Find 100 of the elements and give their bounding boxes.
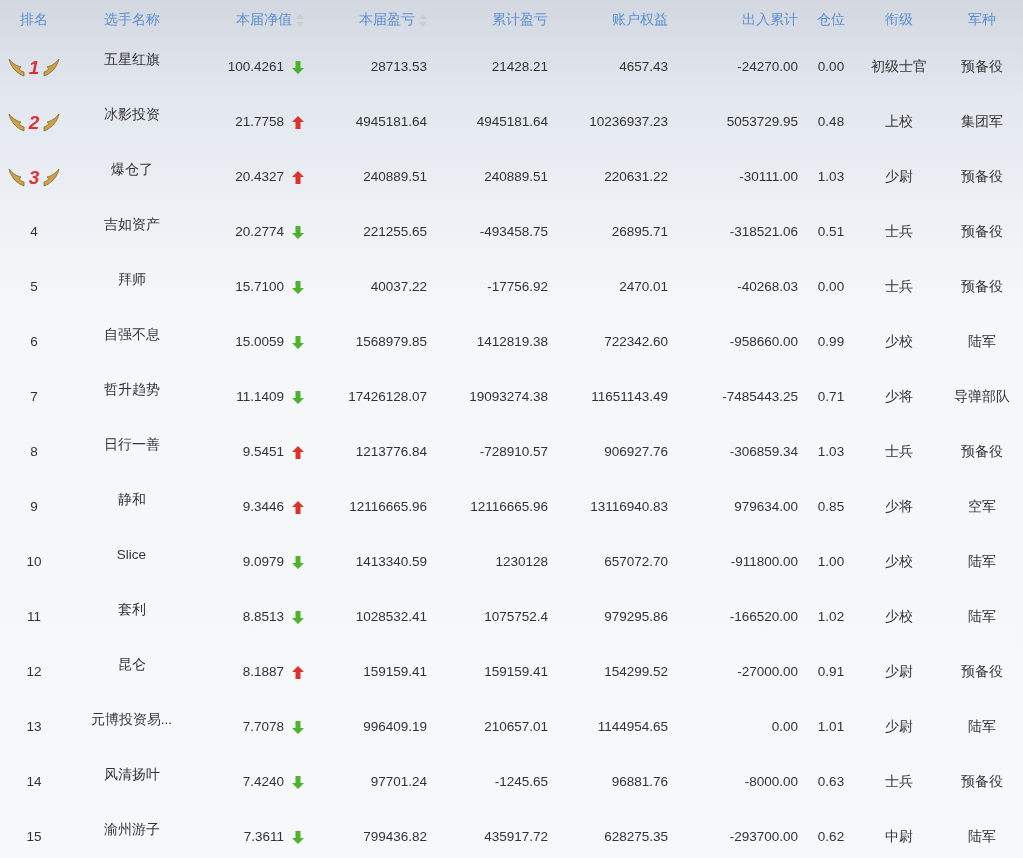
table-cell-text: 11.1409 [236,388,284,407]
player-name: 昆仑 [117,656,146,675]
table-cell-text: 21428.21 [491,58,549,77]
table-cell-text: 657072.70 [604,553,669,572]
table-cell-text: 陆军 [968,828,996,847]
column-header[interactable]: 本届盈亏 [359,9,415,31]
table-cell-text: 154299.52 [604,663,669,682]
player-name: 哲升趋势 [103,381,160,400]
table-cell-text: -40268.03 [737,278,799,297]
table-cell-text: 240889.51 [484,168,549,187]
table-cell-text: 97701.24 [370,773,428,792]
table-cell-text: -493458.75 [479,223,549,242]
table-cell-text: 13116940.83 [590,498,669,517]
table-cell-text: 陆军 [968,608,996,627]
rank-number: 9 [30,498,38,517]
rank-number: 7 [30,388,38,407]
table-cell-text: 0.00 [817,58,845,77]
table-cell-text: 28713.53 [370,58,428,77]
column-header: 军种 [968,10,996,29]
table-cell-text: 中尉 [884,828,913,847]
player-name: Slice [116,546,147,565]
table-cell-text: 1213776.84 [355,443,428,462]
table-cell-text: 17426128.07 [348,388,428,407]
table-cell-text: -17756.92 [487,278,549,297]
table-cell-text: 陆军 [968,553,996,572]
table-cell-text: 1028532.41 [355,608,428,627]
column-header: 出入累计 [742,10,798,29]
table-cell-text: 导弹部队 [954,388,1010,407]
table-cell-text: 628275.35 [604,828,669,847]
table-cell-text: 空军 [968,498,996,517]
rank-number: 13 [26,718,42,737]
rank-number: 15 [26,828,42,847]
wing-icon [43,113,61,132]
table-cell-text: 少校 [884,553,913,572]
table-cell-text: 240889.51 [363,168,428,187]
rank-number: 14 [26,773,42,792]
table-cell-text: 12116665.96 [470,498,549,517]
table-cell-text: 1.00 [817,553,845,572]
table-cell-text: -318521.06 [729,223,799,242]
table-cell-text: 1412819.38 [476,333,549,352]
player-name: 静和 [117,491,146,510]
table-cell-text: 15.7100 [235,278,284,297]
table-cell-text: 1.01 [817,718,845,737]
rank-number: 12 [26,663,42,682]
table-cell-text: 1.03 [817,443,845,462]
table-cell-text: 996409.19 [363,718,428,737]
table-cell-text: 19093274.38 [469,388,549,407]
table-cell-text: 11651143.49 [591,388,669,407]
table-cell-text: 906927.76 [604,443,669,462]
table-cell-text: -166520.00 [729,608,799,627]
table-cell-text: 220631.22 [604,168,669,187]
table-cell-text: 士兵 [884,443,913,462]
column-header: 仓位 [817,10,845,29]
table-cell-text: 0.91 [817,663,845,682]
table-cell-text: -728910.57 [479,443,549,462]
table-cell-text: -7485443.25 [722,388,799,407]
table-cell-text: 预备役 [961,663,1003,682]
rank-number: 6 [30,333,38,352]
table-cell-text: -8000.00 [744,773,799,792]
rank-number: 11 [27,608,41,627]
table-cell-text: 96881.76 [611,773,669,792]
wing-icon [43,168,61,187]
table-cell-text: 15.0059 [235,333,284,352]
column-header: 衔级 [884,10,913,29]
table-cell-text: -911800.00 [730,553,799,572]
table-cell-text: -24270.00 [737,58,799,77]
table-cell-text: 士兵 [884,278,913,297]
table-cell-text: 预备役 [961,168,1003,187]
table-cell-text: 2470.01 [619,278,669,297]
table-cell-text: 979634.00 [734,498,799,517]
table-cell-text: 799436.82 [363,828,428,847]
table-cell-text: 435917.72 [484,828,549,847]
table-cell-text: 210657.01 [484,718,549,737]
table-cell-text: -958660.00 [729,333,799,352]
table-cell-text: 1.02 [817,608,845,627]
table-cell-text: 少将 [884,498,913,517]
column-header[interactable]: 本届净值 [236,9,292,31]
wing-icon [7,58,25,77]
table-cell-text: 1.03 [817,168,845,187]
rank-number: 8 [30,443,38,462]
table-cell-text: 0.51 [817,223,845,242]
table-cell-text: 7.3611 [243,828,284,847]
table-cell-text: 4945181.64 [476,113,549,132]
rank-number: 3 [28,168,40,187]
table-cell-text: 4945181.64 [355,113,428,132]
wing-icon [43,58,61,77]
table-cell-text: 少校 [884,333,913,352]
table-cell-text: 士兵 [884,773,913,792]
table-cell-text: 20.4327 [235,168,284,187]
table-cell-text: 预备役 [961,58,1003,77]
wing-icon [7,113,25,132]
table-cell-text: 7.4240 [242,773,284,792]
table-cell-text: 26895.71 [611,223,669,242]
table-cell-text: 0.63 [817,773,845,792]
table-cell-text: 159159.41 [363,663,428,682]
table-cell-text: 少尉 [884,718,913,737]
table-cell-text: 少校 [884,608,913,627]
table-cell-text: 预备役 [961,278,1003,297]
table-cell-text: 士兵 [884,223,913,242]
table-cell-text: 7.7078 [242,718,284,737]
